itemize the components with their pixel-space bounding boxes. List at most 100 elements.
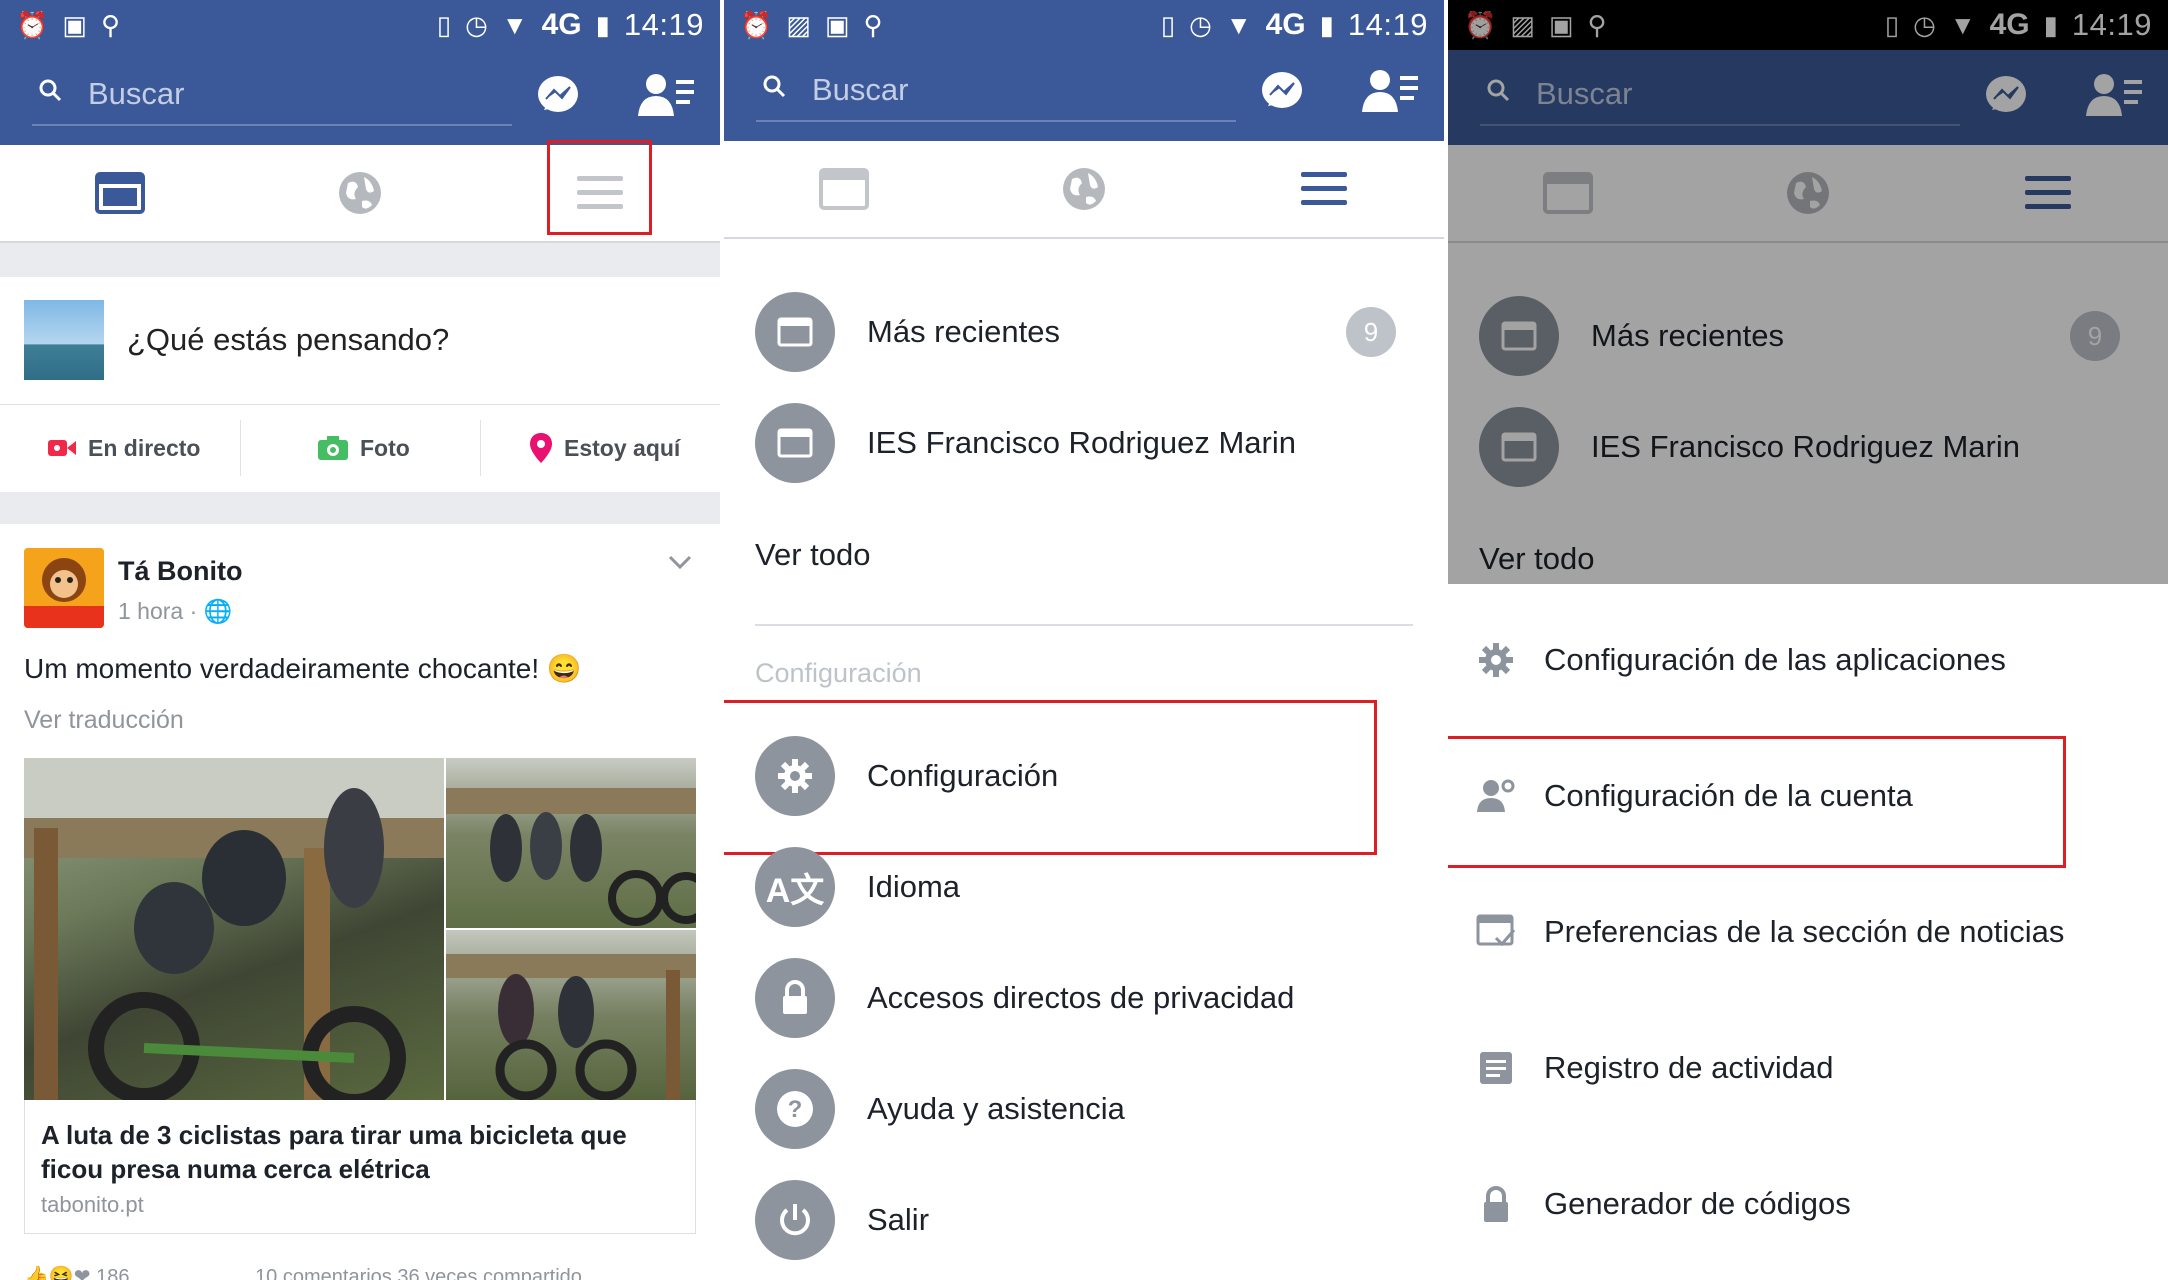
tab-news-feed[interactable]: [724, 141, 964, 237]
post-author[interactable]: Tá Bonito: [118, 556, 242, 587]
news-feed-icon: [777, 428, 813, 458]
image-icon: ▨: [786, 10, 811, 40]
search-icon[interactable]: [762, 74, 786, 98]
live-button[interactable]: En directo: [48, 430, 200, 466]
post-photo-3[interactable]: [446, 930, 696, 1100]
news-feed-icon: [95, 172, 145, 214]
group-icon-circle: [755, 403, 835, 483]
news-feed-icon: [819, 168, 869, 210]
search-input[interactable]: Buscar: [88, 76, 184, 112]
messenger-icon[interactable]: [534, 72, 582, 120]
menu-item-group[interactable]: IES Francisco Rodriguez Marin: [867, 425, 1296, 461]
live-label: En directo: [88, 434, 201, 461]
cyclists-photo: [446, 788, 696, 926]
checkin-button[interactable]: Estoy aquí: [530, 430, 680, 466]
post-stats: 10 comentarios 36 veces compartido: [255, 1266, 582, 1280]
privacy-icon-circle: [755, 958, 835, 1038]
tab-notifications[interactable]: [240, 145, 480, 241]
reaction-summary[interactable]: 👍😆❤ 186 10 comentarios 36 veces comparti…: [24, 1264, 582, 1280]
link-title: A luta de 3 ciclistas para tirar uma bic…: [41, 1120, 627, 1184]
lock-icon: [783, 980, 807, 1014]
screen-settings-submenu: ⏰ ▨ ▣ ⚲ ▯ ◷ ▼ 4G ▮ 14:19 Buscar Más reci…: [1448, 0, 2168, 1280]
link-preview[interactable]: A luta de 3 ciclistas para tirar uma bic…: [24, 1100, 696, 1234]
photo-label: Foto: [360, 434, 410, 461]
battery-icon: ▮: [1319, 10, 1334, 40]
menu-item-privacy-shortcuts[interactable]: Accesos directos de privacidad: [867, 980, 1294, 1016]
divider: [240, 420, 241, 476]
tab-notifications[interactable]: [964, 141, 1204, 237]
app-bar: Buscar: [0, 50, 720, 145]
news-feed-prefs-icon: [1476, 914, 1516, 947]
highlight-menu-tab: [547, 140, 652, 235]
divider: [0, 404, 720, 405]
friend-requests-icon[interactable]: [638, 72, 696, 118]
menu-item-app-settings[interactable]: Configuración de las aplicaciones: [1544, 642, 2006, 678]
alarm-icon: ⏰: [740, 10, 773, 40]
post-text: Um momento verdadeiramente chocante! 😄: [24, 653, 582, 684]
news-feed-icon: [777, 317, 813, 347]
notification-icon: ▣: [824, 10, 850, 40]
globe-icon: [1063, 168, 1105, 210]
public-globe-icon: 🌐: [203, 598, 233, 624]
count-badge: 9: [1346, 307, 1396, 357]
wifi-icon: ▼: [501, 10, 528, 40]
clock: 14:19: [623, 7, 704, 42]
profile-thumbnail[interactable]: [24, 300, 104, 380]
alarm-icon: ◷: [465, 10, 488, 40]
battery-icon: ▮: [595, 10, 610, 40]
tab-news-feed[interactable]: [0, 145, 240, 241]
menu-item-help[interactable]: Ayuda y asistencia: [867, 1091, 1125, 1127]
network-type: 4G: [1265, 8, 1306, 41]
menu-item-code-generator[interactable]: Generador de códigos: [1544, 1186, 1851, 1222]
see-translation-link[interactable]: Ver traducción: [24, 706, 184, 735]
post-photo-main[interactable]: [24, 758, 444, 1100]
divider: [755, 624, 1413, 626]
highlight-settings: [724, 700, 1377, 855]
see-all-link[interactable]: Ver todo: [755, 537, 870, 573]
gear-icon: [1479, 643, 1513, 677]
status-bar: ⏰ ▨ ▣ ⚲ ▯ ◷ ▼ 4G ▮ 14:19: [724, 0, 1444, 50]
status-composer[interactable]: ¿Qué estás pensando?: [127, 322, 449, 358]
page-avatar[interactable]: [24, 548, 104, 628]
usb-icon: ⚲: [863, 10, 883, 40]
clock: 14:19: [1347, 7, 1428, 42]
camera-icon: [318, 436, 348, 460]
page-logo-icon: [24, 548, 104, 628]
cyclists-photo: [24, 758, 444, 1100]
reaction-icons: 👍😆❤: [24, 1266, 97, 1280]
menu-item-most-recent[interactable]: Más recientes: [867, 314, 1060, 350]
activity-log-icon: [1480, 1052, 1512, 1084]
tab-bar: [724, 141, 1444, 239]
screen-menu: ⏰ ▨ ▣ ⚲ ▯ ◷ ▼ 4G ▮ 14:19 Buscar Más reci…: [724, 0, 1444, 1280]
menu-item-logout[interactable]: Salir: [867, 1202, 929, 1238]
power-icon: [780, 1204, 810, 1236]
search-input[interactable]: Buscar: [812, 72, 908, 108]
search-icon[interactable]: [38, 78, 62, 102]
location-pin-icon: [530, 433, 552, 463]
alarm-icon: ◷: [1189, 10, 1212, 40]
menu-item-activity-log[interactable]: Registro de actividad: [1544, 1050, 1834, 1086]
photo-button[interactable]: Foto: [318, 430, 410, 466]
post-time: 1 hora · 🌐: [118, 598, 233, 624]
post-photo-2[interactable]: [446, 758, 696, 928]
menu-item-news-feed-prefs[interactable]: Preferencias de la sección de noticias: [1544, 914, 2064, 950]
link-domain: tabonito.pt: [41, 1192, 144, 1217]
feed-gap: [0, 243, 720, 277]
screen-news-feed: ⏰ ▣ ⚲ ▯ ◷ ▼ 4G ▮ 14:19 Buscar ¿Qué estás…: [0, 0, 720, 1280]
chevron-down-icon[interactable]: [666, 548, 694, 576]
divider: [480, 420, 481, 476]
vibrate-icon: ▯: [436, 10, 452, 40]
friend-requests-icon[interactable]: [1362, 68, 1420, 114]
logout-icon-circle: [755, 1180, 835, 1260]
notification-icon: ▣: [62, 10, 87, 40]
usb-icon: ⚲: [100, 10, 120, 40]
menu-item-language[interactable]: Idioma: [867, 869, 960, 905]
messenger-icon[interactable]: [1258, 68, 1306, 116]
video-icon: [48, 440, 76, 456]
search-underline: [32, 124, 512, 126]
alarm-icon: ⏰: [16, 10, 49, 40]
reaction-count: 186: [96, 1266, 130, 1280]
highlight-account-settings: [1448, 736, 2066, 868]
tab-menu[interactable]: [1204, 141, 1444, 237]
globe-icon: [339, 172, 381, 214]
